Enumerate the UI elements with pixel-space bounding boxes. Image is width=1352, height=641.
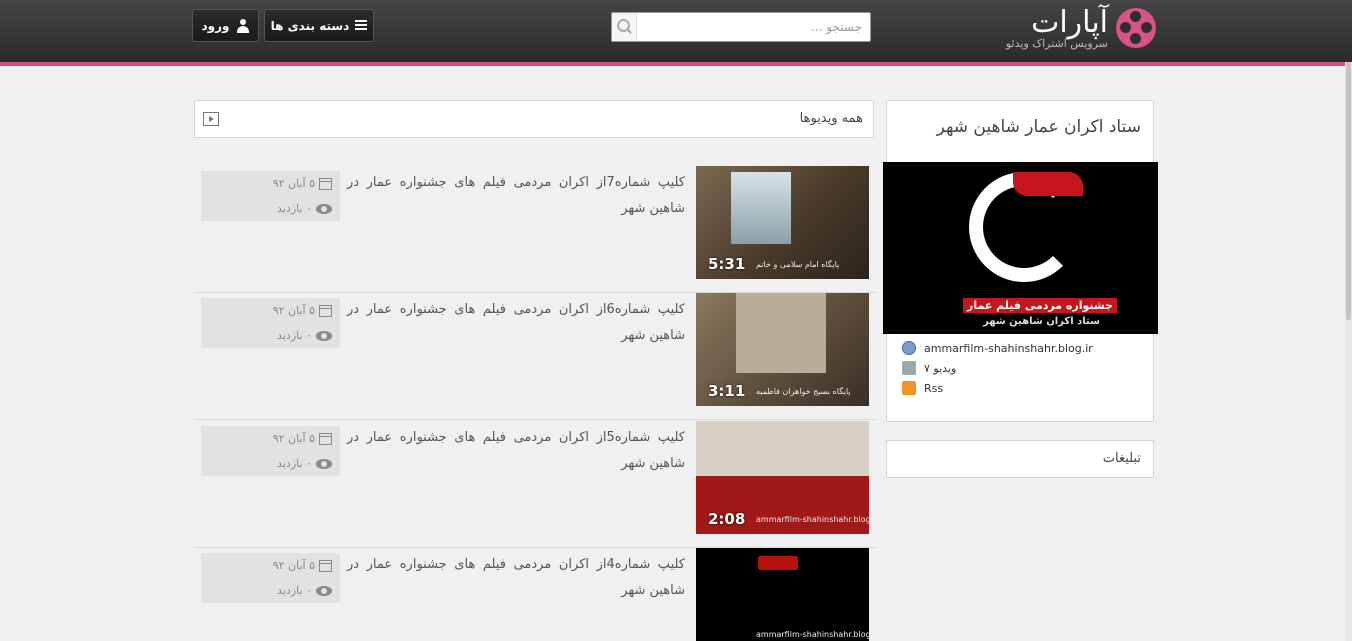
video-views: ۰ بازدید	[277, 329, 312, 342]
categories-button[interactable]: دسته بندی ها	[264, 9, 374, 42]
video-thumbnail[interactable]: پایگاه امام سلامی و خاتم 5:31	[696, 166, 869, 279]
video-thumbnail[interactable]: ammarfilm-shahinshahr.blog.ir 2:08	[696, 421, 869, 534]
calendar-icon	[319, 559, 332, 572]
video-meta: ۵ آبان ۹۲ ۰ بازدید	[201, 553, 340, 603]
video-title-link[interactable]: کلیپ شماره7از اکران مردمی فیلم های جشنوا…	[347, 170, 685, 222]
eye-icon	[316, 585, 332, 596]
video-date: ۵ آبان ۹۲	[272, 432, 315, 445]
video-date: ۵ آبان ۹۲	[272, 177, 315, 190]
video-title-link[interactable]: کلیپ شماره4از اکران مردمی فیلم های جشنوا…	[347, 552, 685, 604]
thumbnail-caption: پایگاه امام سلامی و خاتم	[756, 260, 840, 269]
categories-label: دسته بندی ها	[270, 18, 350, 33]
thumbnail-caption: پایگاه بسیج خواهران فاطمیه	[756, 387, 851, 396]
video-list-item: پایگاه امام سلامی و خاتم 5:31 کلیپ شماره…	[194, 166, 876, 293]
film-reel-icon	[1116, 8, 1156, 48]
calendar-icon	[319, 177, 332, 190]
video-icon	[902, 361, 916, 375]
video-duration: 3:11	[708, 382, 746, 400]
video-views: ۰ بازدید	[277, 457, 312, 470]
channel-image-line2: ستاد اکران شاهین شهر	[983, 316, 1100, 327]
video-list-item: ammarfilm-shahinshahr.blog.ir 2:08 کلیپ …	[194, 421, 876, 548]
calendar-icon	[319, 432, 332, 445]
video-list-item: ammarfilm-shahinshahr.blog.ir کلیپ شماره…	[194, 548, 876, 641]
film-icon	[203, 112, 219, 126]
eye-icon	[316, 203, 332, 214]
channel-website: ammarfilm-shahinshahr.blog.ir	[924, 341, 1093, 355]
video-views: ۰ بازدید	[277, 584, 312, 597]
login-button[interactable]: ورود	[192, 9, 259, 42]
channel-image[interactable]: جشنواره مردمی فیلم عمار ستاد اکران شاهین…	[883, 162, 1158, 334]
channel-video-count[interactable]: ۷ ویدیو	[902, 360, 956, 376]
login-label: ورود	[201, 18, 230, 33]
top-header: آپارات سرویس اشتراک ویدئو دسته بندی ها و…	[0, 0, 1352, 66]
section-title: همه ویدیوها	[799, 111, 863, 126]
video-thumbnail[interactable]: ammarfilm-shahinshahr.blog.ir	[696, 548, 869, 641]
logo-text: آپارات	[1031, 5, 1108, 40]
eye-icon	[316, 330, 332, 341]
video-duration: 2:08	[708, 510, 746, 528]
video-title-link[interactable]: کلیپ شماره5از اکران مردمی فیلم های جشنوا…	[347, 425, 685, 477]
search-input[interactable]	[638, 13, 868, 41]
eye-icon	[316, 458, 332, 469]
video-views: ۰ بازدید	[277, 202, 312, 215]
rss-label: Rss	[924, 381, 944, 395]
thumbnail-caption: ammarfilm-shahinshahr.blog.ir	[756, 515, 869, 524]
thumbnail-caption: ammarfilm-shahinshahr.blog.ir	[756, 630, 869, 639]
ads-title: تبلیغات	[1102, 451, 1141, 466]
video-meta: ۵ آبان ۹۲ ۰ بازدید	[201, 298, 340, 348]
video-duration: 5:31	[708, 255, 746, 273]
channel-image-line1: جشنواره مردمی فیلم عمار	[963, 298, 1117, 313]
all-videos-header: همه ویدیوها	[194, 100, 874, 138]
rss-icon	[902, 381, 916, 395]
channel-rss-link[interactable]: Rss	[902, 380, 943, 396]
video-meta: ۵ آبان ۹۲ ۰ بازدید	[201, 171, 340, 221]
channel-website-link[interactable]: ammarfilm-shahinshahr.blog.ir	[902, 340, 1093, 356]
video-date: ۵ آبان ۹۲	[272, 559, 315, 572]
search-button[interactable]	[612, 13, 637, 41]
channel-title[interactable]: ستاد اکران عمار شاهین شهر	[937, 117, 1141, 137]
video-count-label: ۷ ویدیو	[924, 361, 957, 375]
page-scrollbar[interactable]	[1345, 62, 1352, 641]
ads-box: تبلیغات	[886, 440, 1154, 478]
video-meta: ۵ آبان ۹۲ ۰ بازدید	[201, 426, 340, 476]
list-icon	[355, 20, 368, 31]
video-thumbnail[interactable]: پایگاه بسیج خواهران فاطمیه 3:11	[696, 293, 869, 406]
search-box	[611, 12, 871, 42]
globe-icon	[902, 341, 916, 355]
video-date: ۵ آبان ۹۲	[272, 304, 315, 317]
logo-subtitle: سرویس اشتراک ویدئو	[1005, 37, 1108, 50]
calendar-icon	[319, 304, 332, 317]
user-icon	[236, 18, 250, 33]
aparat-logo[interactable]: آپارات سرویس اشتراک ویدئو	[962, 6, 1158, 56]
video-title-link[interactable]: کلیپ شماره6از اکران مردمی فیلم های جشنوا…	[347, 297, 685, 349]
video-list-item: پایگاه بسیج خواهران فاطمیه 3:11 کلیپ شما…	[194, 293, 876, 420]
